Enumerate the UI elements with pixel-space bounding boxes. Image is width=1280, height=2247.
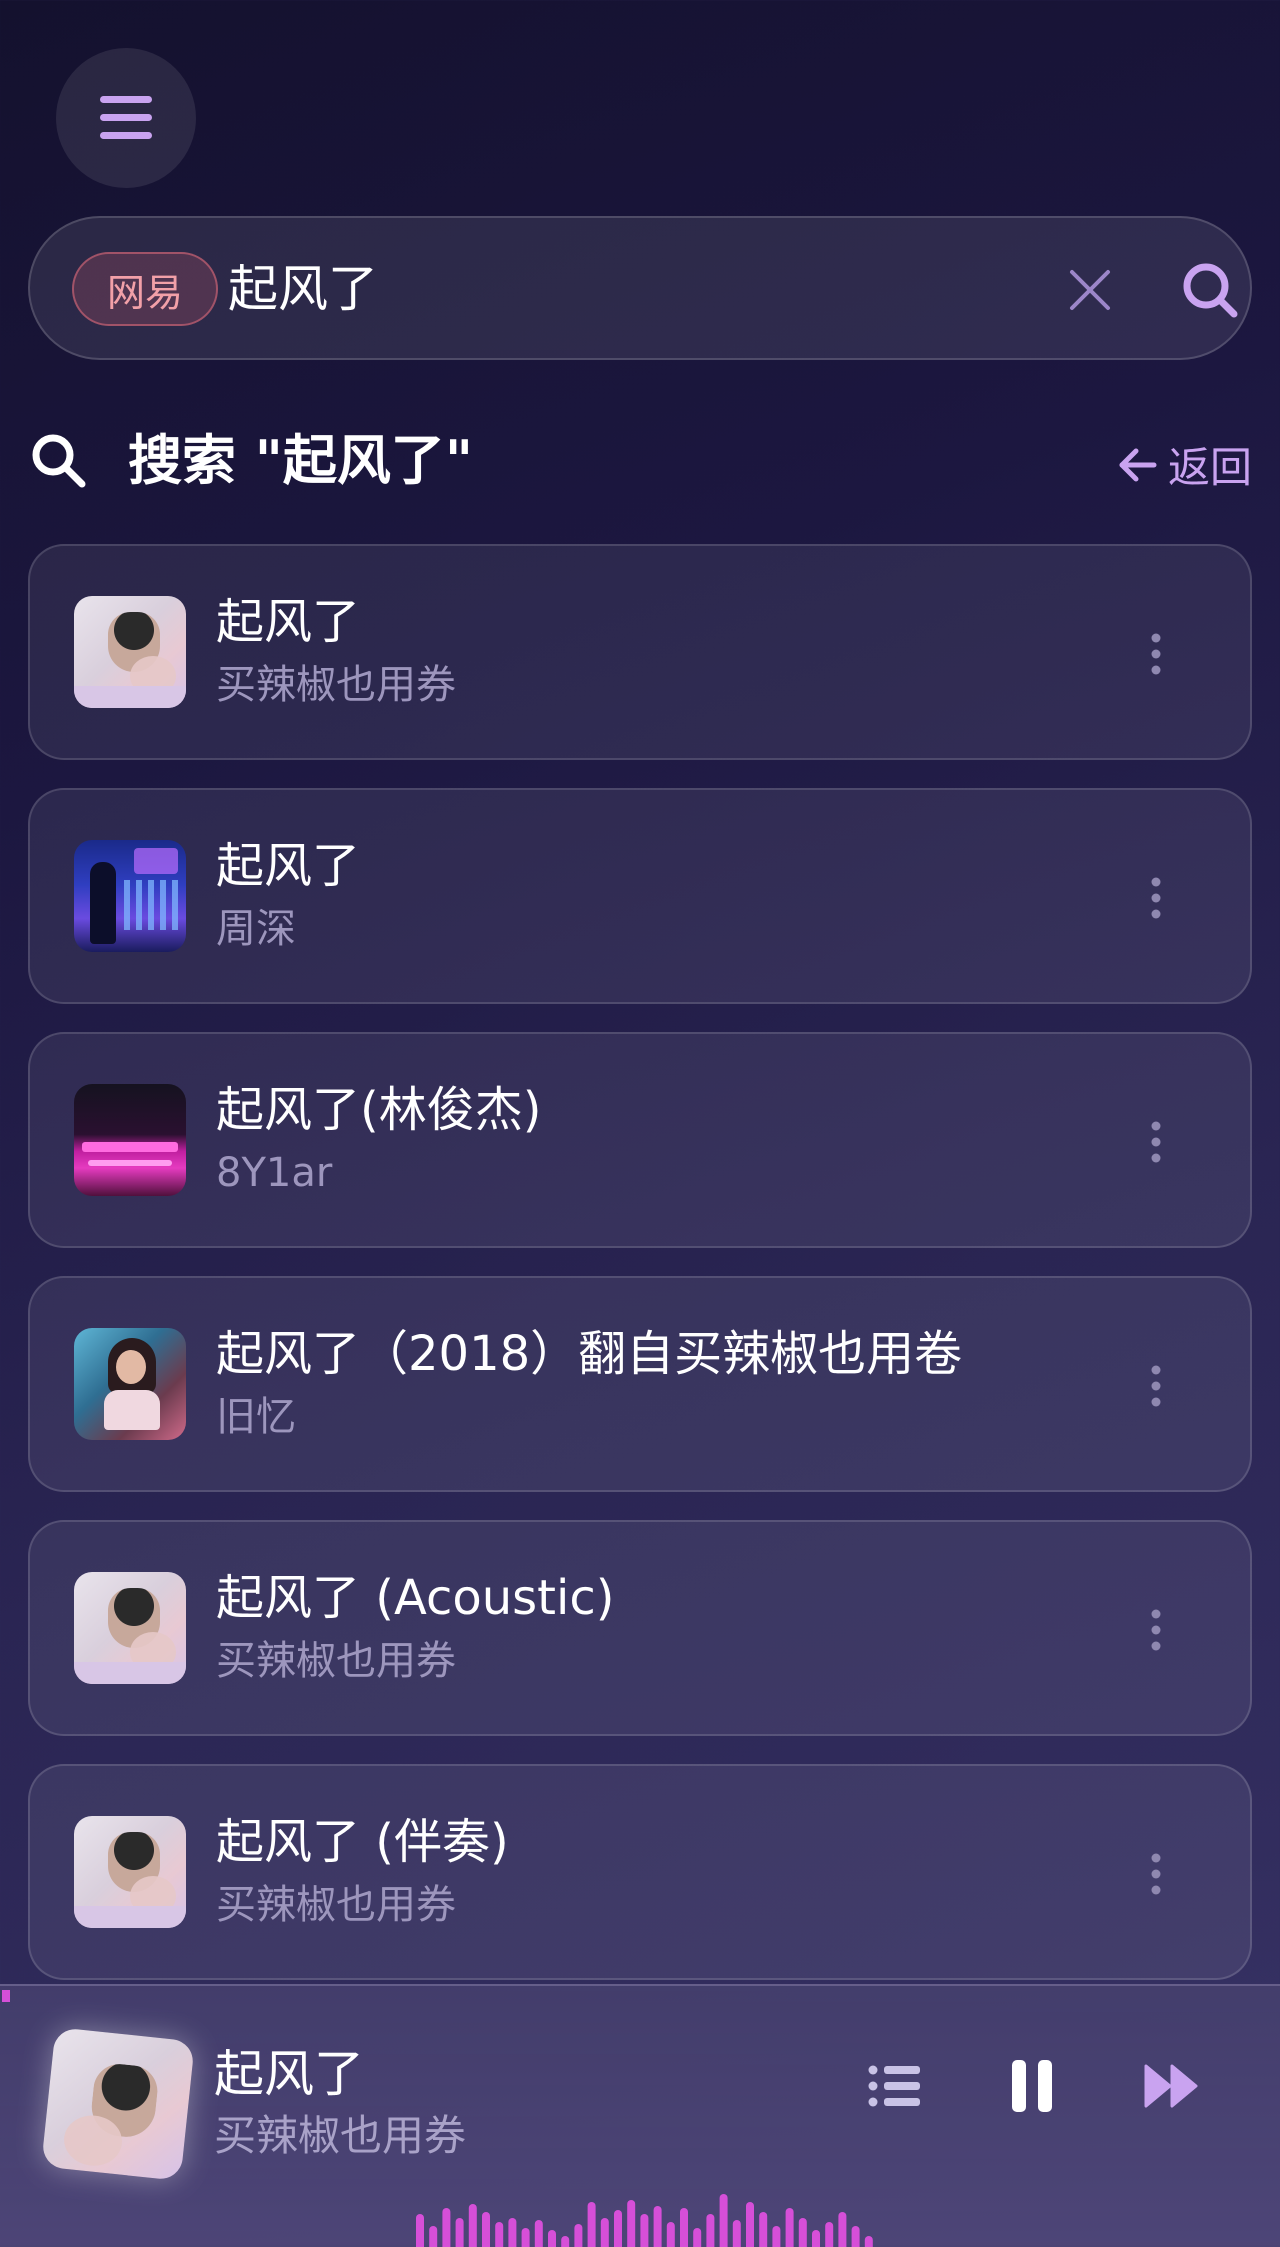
visualizer-bar [627,2200,636,2247]
visualizer-bar [561,2236,570,2247]
song-title: 起风了(林俊杰) [216,1082,542,1138]
visualizer-bar [442,2208,451,2247]
visualizer-bar [495,2222,504,2247]
search-input[interactable]: 起风了 [228,254,378,324]
song-item[interactable]: 起风了 周深 [28,788,1252,1004]
visualizer-bar [574,2224,583,2247]
visualizer-bar [680,2208,688,2247]
fast-forward-icon[interactable] [1144,2062,1200,2110]
back-label: 返回 [1167,443,1252,492]
visualizer-bar [838,2212,847,2247]
now-playing-artist: 买辣椒也用券 [214,2111,467,2160]
audio-visualizer [416,2194,873,2247]
close-icon[interactable] [1064,264,1116,316]
visualizer-bar [864,2236,873,2247]
playlist-icon[interactable] [868,2062,920,2110]
visualizer-bar [508,2218,517,2247]
album-cover [74,596,186,708]
visualizer-bar [666,2222,675,2247]
menu-button[interactable] [56,48,196,188]
more-vertical-icon[interactable] [1142,1606,1170,1654]
more-vertical-icon[interactable] [1142,1362,1170,1410]
song-artist: 旧忆 [216,1394,296,1440]
song-title: 起风了 (伴奏) [216,1814,509,1870]
song-artist: 买辣椒也用券 [216,662,456,708]
song-item[interactable]: 起风了 (Acoustic) 买辣椒也用券 [28,1520,1252,1736]
song-artist: 买辣椒也用券 [216,1882,456,1928]
more-vertical-icon[interactable] [1142,874,1170,922]
song-artist: 周深 [216,906,296,952]
visualizer-bar [653,2206,662,2247]
album-cover [74,1084,186,1196]
pause-icon[interactable] [1010,2058,1054,2114]
song-artist: 买辣椒也用券 [216,1638,456,1684]
visualizer-bar [534,2220,543,2247]
visualizer-bar [693,2228,702,2247]
more-vertical-icon[interactable] [1142,1118,1170,1166]
song-title: 起风了（2018）翻自买辣椒也用卷 [216,1326,963,1382]
search-icon [32,434,86,488]
more-vertical-icon[interactable] [1142,1850,1170,1898]
back-button[interactable]: 返回 [1118,434,1252,495]
song-item[interactable]: 起风了 (伴奏) 买辣椒也用券 [28,1764,1252,1980]
source-tag[interactable]: 网易 [72,252,218,326]
visualizer-bar [706,2214,715,2247]
visualizer-bar [587,2202,596,2247]
album-cover [74,1572,186,1684]
results-header: 搜索 "起风了" 返回 [28,420,1252,500]
album-cover [74,1816,186,1928]
visualizer-bar [719,2194,728,2247]
visualizer-bar [614,2210,622,2247]
visualizer-bar [812,2230,820,2247]
arrow-left-icon [1119,448,1157,481]
visualizer-bar [468,2204,477,2247]
visualizer-bar [772,2226,781,2247]
song-item[interactable]: 起风了（2018）翻自买辣椒也用卷 旧忆 [28,1276,1252,1492]
visualizer-bar [798,2218,807,2247]
now-playing-title: 起风了 [214,2045,364,2103]
results-title: 搜索 "起风了" [128,429,474,492]
visualizer-bar [455,2218,464,2247]
song-item[interactable]: 起风了 买辣椒也用券 [28,544,1252,760]
visualizer-bar [732,2220,741,2247]
song-title: 起风了 (Acoustic) [216,1570,615,1626]
visualizer-bar [640,2214,649,2247]
visualizer-bar [600,2218,609,2247]
song-title: 起风了 [216,594,361,650]
hamburger-menu-icon [100,96,152,139]
visualizer-bar [416,2214,424,2247]
song-title: 起风了 [216,838,361,894]
visualizer-bar [759,2212,768,2247]
song-artist: 8Y1ar [216,1150,333,1196]
visualizer-bar [429,2226,438,2247]
more-vertical-icon[interactable] [1142,630,1170,678]
visualizer-bar [825,2222,834,2247]
visualizer-bar [482,2212,490,2247]
visualizer-bar [746,2202,754,2247]
album-cover [74,840,186,952]
album-cover [74,1328,186,1440]
search-bar[interactable]: 网易 起风了 [28,216,1252,360]
now-playing-cover[interactable] [41,2027,195,2181]
progress-indicator[interactable] [2,1990,10,2002]
visualizer-bar [521,2228,530,2247]
song-item[interactable]: 起风了(林俊杰) 8Y1ar [28,1032,1252,1248]
search-icon[interactable] [1178,258,1242,322]
mini-player[interactable]: 起风了 买辣椒也用券 [0,1984,1280,2247]
visualizer-bar [785,2208,794,2247]
visualizer-bar [548,2230,556,2247]
visualizer-bar [851,2226,860,2247]
